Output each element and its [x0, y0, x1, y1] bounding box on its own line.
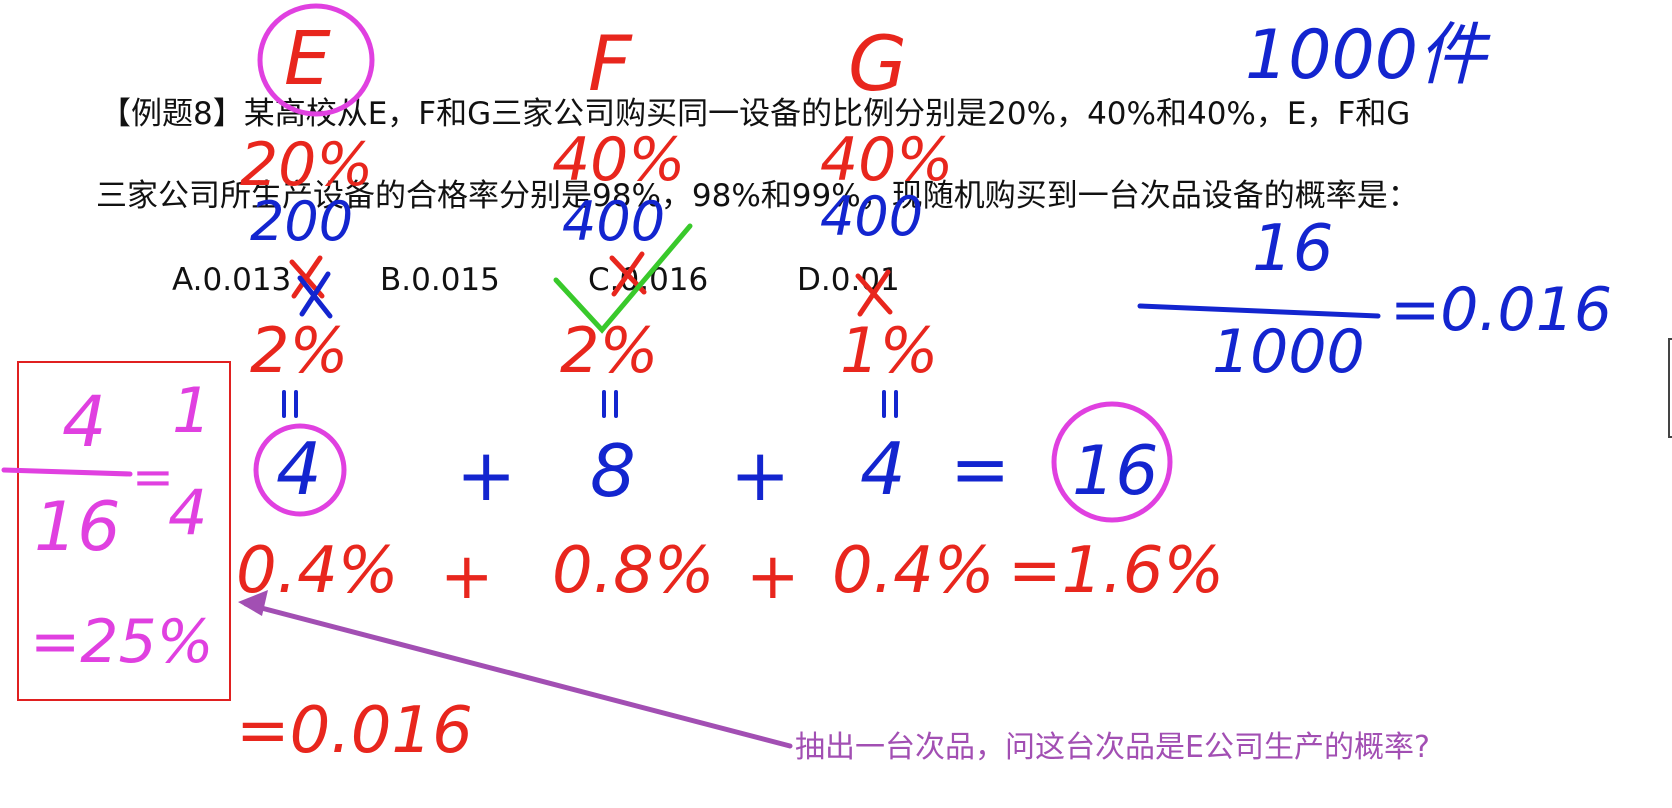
- defect-e: 4: [276, 427, 322, 511]
- defect-f: 8: [590, 429, 636, 513]
- cross-e-blue: [297, 271, 333, 319]
- sum-f: 0.8%: [552, 534, 715, 608]
- defect-g: 4: [860, 427, 906, 511]
- fraction-bar: [1137, 303, 1381, 319]
- box-eq-top: 1: [172, 374, 211, 447]
- box-den: 16: [34, 488, 121, 567]
- handwriting-layer: E F G 1000件 20% 40% 40% 200 400 400 2% 2…: [1, 3, 1612, 768]
- box-result: =25%: [30, 607, 214, 677]
- equals-1: =: [950, 427, 1010, 511]
- cross-g-red: [855, 269, 893, 317]
- count-g: 400: [820, 185, 923, 248]
- rate-f: 2%: [560, 314, 658, 387]
- label-e: E: [284, 16, 331, 102]
- fraction-den: 1000: [1212, 317, 1365, 387]
- sum-result: =0.016: [236, 694, 473, 768]
- lesson-slide: 【例题8】某高校从E，F和G三家公司购买同一设备的比例分别是20%，40%和40…: [0, 0, 1672, 808]
- count-f: 400: [562, 190, 665, 253]
- fraction-num: 16: [1252, 212, 1333, 286]
- fraction-result: =0.016: [1390, 275, 1612, 345]
- box-eq-bot: 4: [168, 476, 207, 549]
- rate-e: 2%: [250, 314, 348, 387]
- box-divider: [1, 467, 133, 477]
- total-items: 1000件: [1245, 16, 1491, 95]
- rate-g: 1%: [840, 314, 938, 387]
- sum-total: =1.6%: [1008, 534, 1224, 608]
- equal-ticks: [282, 390, 898, 418]
- box-num: 4: [62, 381, 107, 463]
- edge-handle[interactable]: [1668, 338, 1672, 438]
- count-e: 200: [250, 190, 353, 253]
- plus-3: +: [440, 540, 494, 614]
- total-defects: 16: [1072, 432, 1159, 511]
- plus-1: +: [456, 433, 516, 517]
- label-g: G: [848, 19, 907, 108]
- plus-2: +: [730, 433, 790, 517]
- ratio-f: 40%: [552, 125, 685, 195]
- plus-4: +: [746, 540, 800, 614]
- sum-g: 0.4%: [832, 534, 995, 608]
- label-f: F: [588, 19, 633, 108]
